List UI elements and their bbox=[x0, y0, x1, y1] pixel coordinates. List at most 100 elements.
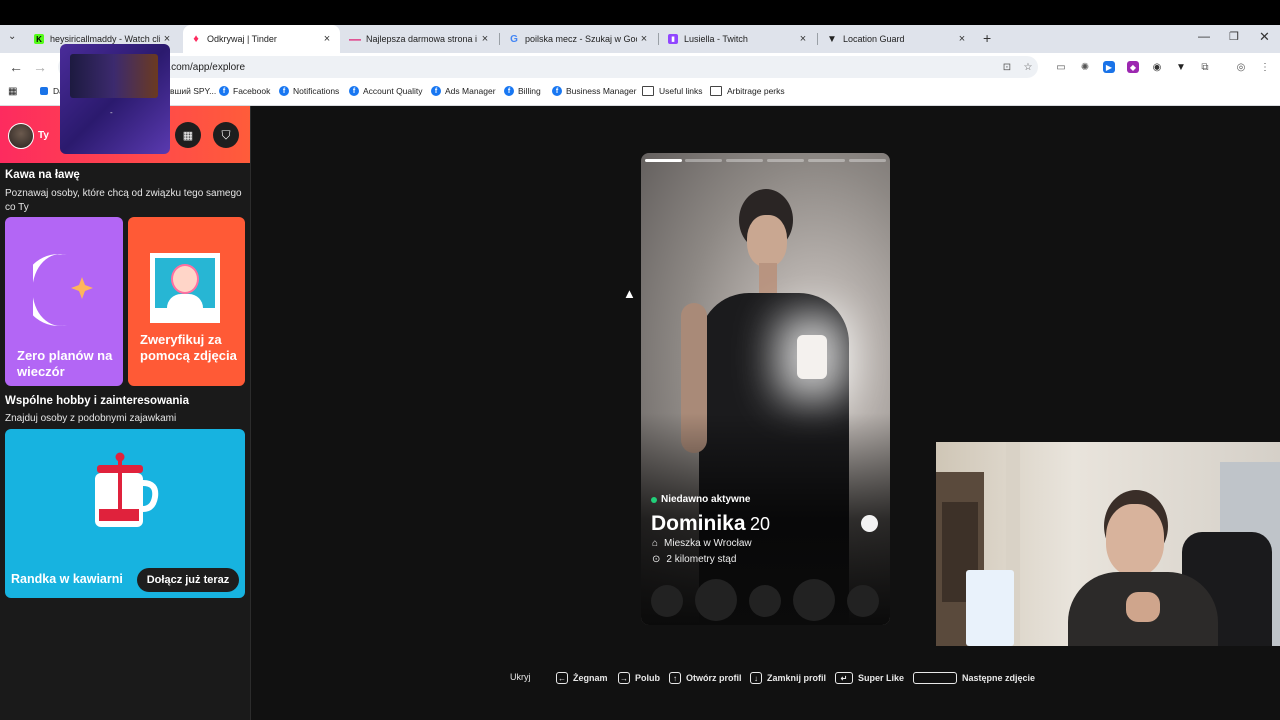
facebook-icon: f bbox=[552, 86, 562, 96]
up-arrow-key-icon: ↑ bbox=[669, 672, 681, 684]
card-verify-title: Zweryfikuj za pomocą zdjęcia bbox=[140, 332, 237, 363]
photo-face bbox=[747, 215, 787, 267]
tab-search-icon[interactable]: ⌄ bbox=[8, 31, 16, 42]
window-close-icon[interactable]: ✕ bbox=[1259, 29, 1270, 45]
bookmark-arbitrage-perks[interactable]: Arbitrage perks bbox=[710, 86, 785, 96]
profile-icon[interactable]: ◎ bbox=[1235, 61, 1247, 73]
close-icon[interactable]: × bbox=[796, 33, 810, 45]
back-icon[interactable]: ← bbox=[9, 59, 23, 75]
minimize-icon[interactable]: — bbox=[1198, 29, 1210, 43]
bookmark-star-icon[interactable]: ☆ bbox=[1022, 61, 1034, 73]
super-like-button[interactable] bbox=[749, 585, 781, 617]
sidebar-header: Ty ▦ ⛉ - bbox=[0, 44, 250, 163]
bookmark-item[interactable]: вший SPY... bbox=[170, 86, 216, 96]
nope-button[interactable] bbox=[695, 579, 737, 621]
active-status: Niedawno aktywne bbox=[651, 494, 750, 505]
profile-name-row: Dominika 20 bbox=[651, 512, 770, 536]
profile-age: 20 bbox=[749, 514, 771, 534]
location-pin-icon: ▼ bbox=[827, 33, 837, 45]
extensions-puzzle-icon[interactable]: ⧉ bbox=[1199, 61, 1211, 73]
extension-blue-icon[interactable]: ▶ bbox=[1103, 61, 1115, 73]
facebook-icon: f bbox=[431, 86, 441, 96]
shortcut-like: → Polub bbox=[618, 672, 660, 684]
tab-twitch[interactable]: ▮ Lusiella - Twitch × bbox=[660, 25, 816, 53]
shoulders-icon bbox=[167, 294, 203, 308]
profile-name: Dominika bbox=[651, 512, 746, 535]
facebook-icon: f bbox=[504, 86, 514, 96]
twitch-icon: ▮ bbox=[668, 34, 678, 44]
face-icon bbox=[171, 264, 199, 294]
close-icon[interactable]: × bbox=[320, 33, 334, 45]
site-icon bbox=[40, 87, 48, 95]
bookmark-notifications[interactable]: f Notifications bbox=[279, 86, 339, 96]
tab-bar: ⌄ K heysiricallmaddy - Watch clips... × … bbox=[0, 25, 1280, 53]
photo-progress-bar[interactable] bbox=[685, 159, 722, 162]
mouse-cursor-icon: ▲ bbox=[623, 286, 636, 301]
tab-google[interactable]: G poilska mecz - Szukaj w Google × bbox=[501, 25, 657, 53]
webcam-person-face bbox=[1106, 504, 1164, 576]
bookmark-business-manager[interactable]: f Business Manager bbox=[552, 86, 636, 96]
photo-progress-bar[interactable] bbox=[767, 159, 804, 162]
restore-icon[interactable]: ❐ bbox=[1229, 30, 1239, 43]
apps-grid-icon[interactable]: ▦ bbox=[8, 86, 17, 97]
facebook-icon: f bbox=[349, 86, 359, 96]
photo-neck bbox=[759, 263, 777, 293]
facebook-icon: f bbox=[219, 86, 229, 96]
tab-najlepsza[interactable]: — Najlepsza darmowa strona i ap... × bbox=[342, 25, 498, 53]
verify-photo-frame bbox=[150, 253, 220, 323]
extension-gear-icon[interactable]: ✺ bbox=[1079, 61, 1091, 73]
shortcut-hide[interactable]: Ukryj bbox=[510, 672, 531, 682]
install-app-icon[interactable]: ⊡ bbox=[1001, 61, 1013, 73]
bookmark-account-quality[interactable]: f Account Quality bbox=[349, 86, 423, 96]
overlay-dash: - bbox=[110, 108, 113, 117]
briefcase-icon[interactable]: ▦ bbox=[175, 122, 201, 148]
photo-progress-bar[interactable] bbox=[849, 159, 886, 162]
photo-progress-bar[interactable] bbox=[726, 159, 763, 162]
card-randka-kawiarnia[interactable]: Randka w kawiarni Dołącz już teraz bbox=[5, 429, 245, 598]
bookmark-billing[interactable]: f Billing bbox=[504, 86, 541, 96]
address-bar-row: ← → er.com/app/explore ⊡ ☆ ▭ ✺ ▶ ◆ ◉ ▼ ⧉… bbox=[0, 53, 1280, 81]
video-camera-icon[interactable]: ▭ bbox=[1055, 61, 1067, 73]
like-button[interactable] bbox=[793, 579, 835, 621]
shield-icon[interactable]: ⛉ bbox=[213, 122, 239, 148]
forward-icon[interactable]: → bbox=[33, 59, 47, 75]
user-label[interactable]: Ty bbox=[38, 130, 49, 141]
new-tab-icon[interactable]: + bbox=[983, 30, 991, 46]
omnibox[interactable]: er.com/app/explore bbox=[58, 56, 1038, 78]
right-arrow-key-icon: → bbox=[618, 672, 630, 684]
boost-button[interactable] bbox=[847, 585, 879, 617]
tab-location-guard[interactable]: ▼ Location Guard × bbox=[819, 25, 975, 53]
bookmark-ads-manager[interactable]: f Ads Manager bbox=[431, 86, 496, 96]
join-now-button[interactable]: Dołącz już teraz bbox=[137, 568, 239, 592]
bookmark-useful-links[interactable]: Useful links bbox=[642, 86, 702, 96]
city-row: ⌂ Mieszka w Wrocław bbox=[652, 538, 752, 549]
home-icon: ⌂ bbox=[652, 538, 659, 549]
photo-phone-flash bbox=[797, 335, 827, 379]
photo-progress-bar[interactable] bbox=[645, 159, 682, 162]
card-zero-planow[interactable]: Zero planów na wieczór bbox=[5, 217, 123, 386]
extension-spy-icon[interactable]: ◉ bbox=[1151, 61, 1163, 73]
folder-icon bbox=[642, 86, 654, 96]
moon-icon bbox=[33, 254, 93, 326]
location-pin-icon: ⊙ bbox=[652, 554, 661, 565]
avatar[interactable] bbox=[8, 123, 34, 149]
url-text[interactable]: er.com/app/explore bbox=[160, 62, 245, 73]
shortcut-close-profile: ↓ Zamknij profil bbox=[750, 672, 826, 684]
menu-kebab-icon[interactable]: ⋮ bbox=[1259, 61, 1271, 73]
section-subtitle-hobby: Znajduj osoby z podobnymi zajawkami bbox=[5, 413, 177, 424]
bookmark-facebook[interactable]: f Facebook bbox=[219, 86, 270, 96]
profile-card[interactable]: Niedawno aktywne Dominika 20 ⌂ Mieszka w… bbox=[641, 153, 890, 625]
extension-purple-icon[interactable]: ◆ bbox=[1127, 61, 1139, 73]
info-button[interactable] bbox=[861, 515, 878, 532]
card-zweryfikuj[interactable]: Zweryfikuj za pomocą zdjęcia bbox=[128, 217, 245, 386]
tab-tinder[interactable]: ♦ Odkrywaj | Tinder × bbox=[183, 25, 340, 53]
close-icon[interactable]: × bbox=[637, 33, 651, 45]
location-guard-icon[interactable]: ▼ bbox=[1175, 61, 1187, 73]
rewind-button[interactable] bbox=[651, 585, 683, 617]
photo-progress-bar[interactable] bbox=[808, 159, 845, 162]
verify-photo-bg bbox=[155, 258, 215, 308]
distance-row: ⊙ 2 kilometry stąd bbox=[652, 554, 737, 565]
bookmarks-bar: ▦ Da... вший SPY... fFacebook fNotificat… bbox=[0, 81, 1280, 106]
close-icon[interactable]: × bbox=[955, 33, 969, 45]
close-icon[interactable]: × bbox=[478, 33, 492, 45]
